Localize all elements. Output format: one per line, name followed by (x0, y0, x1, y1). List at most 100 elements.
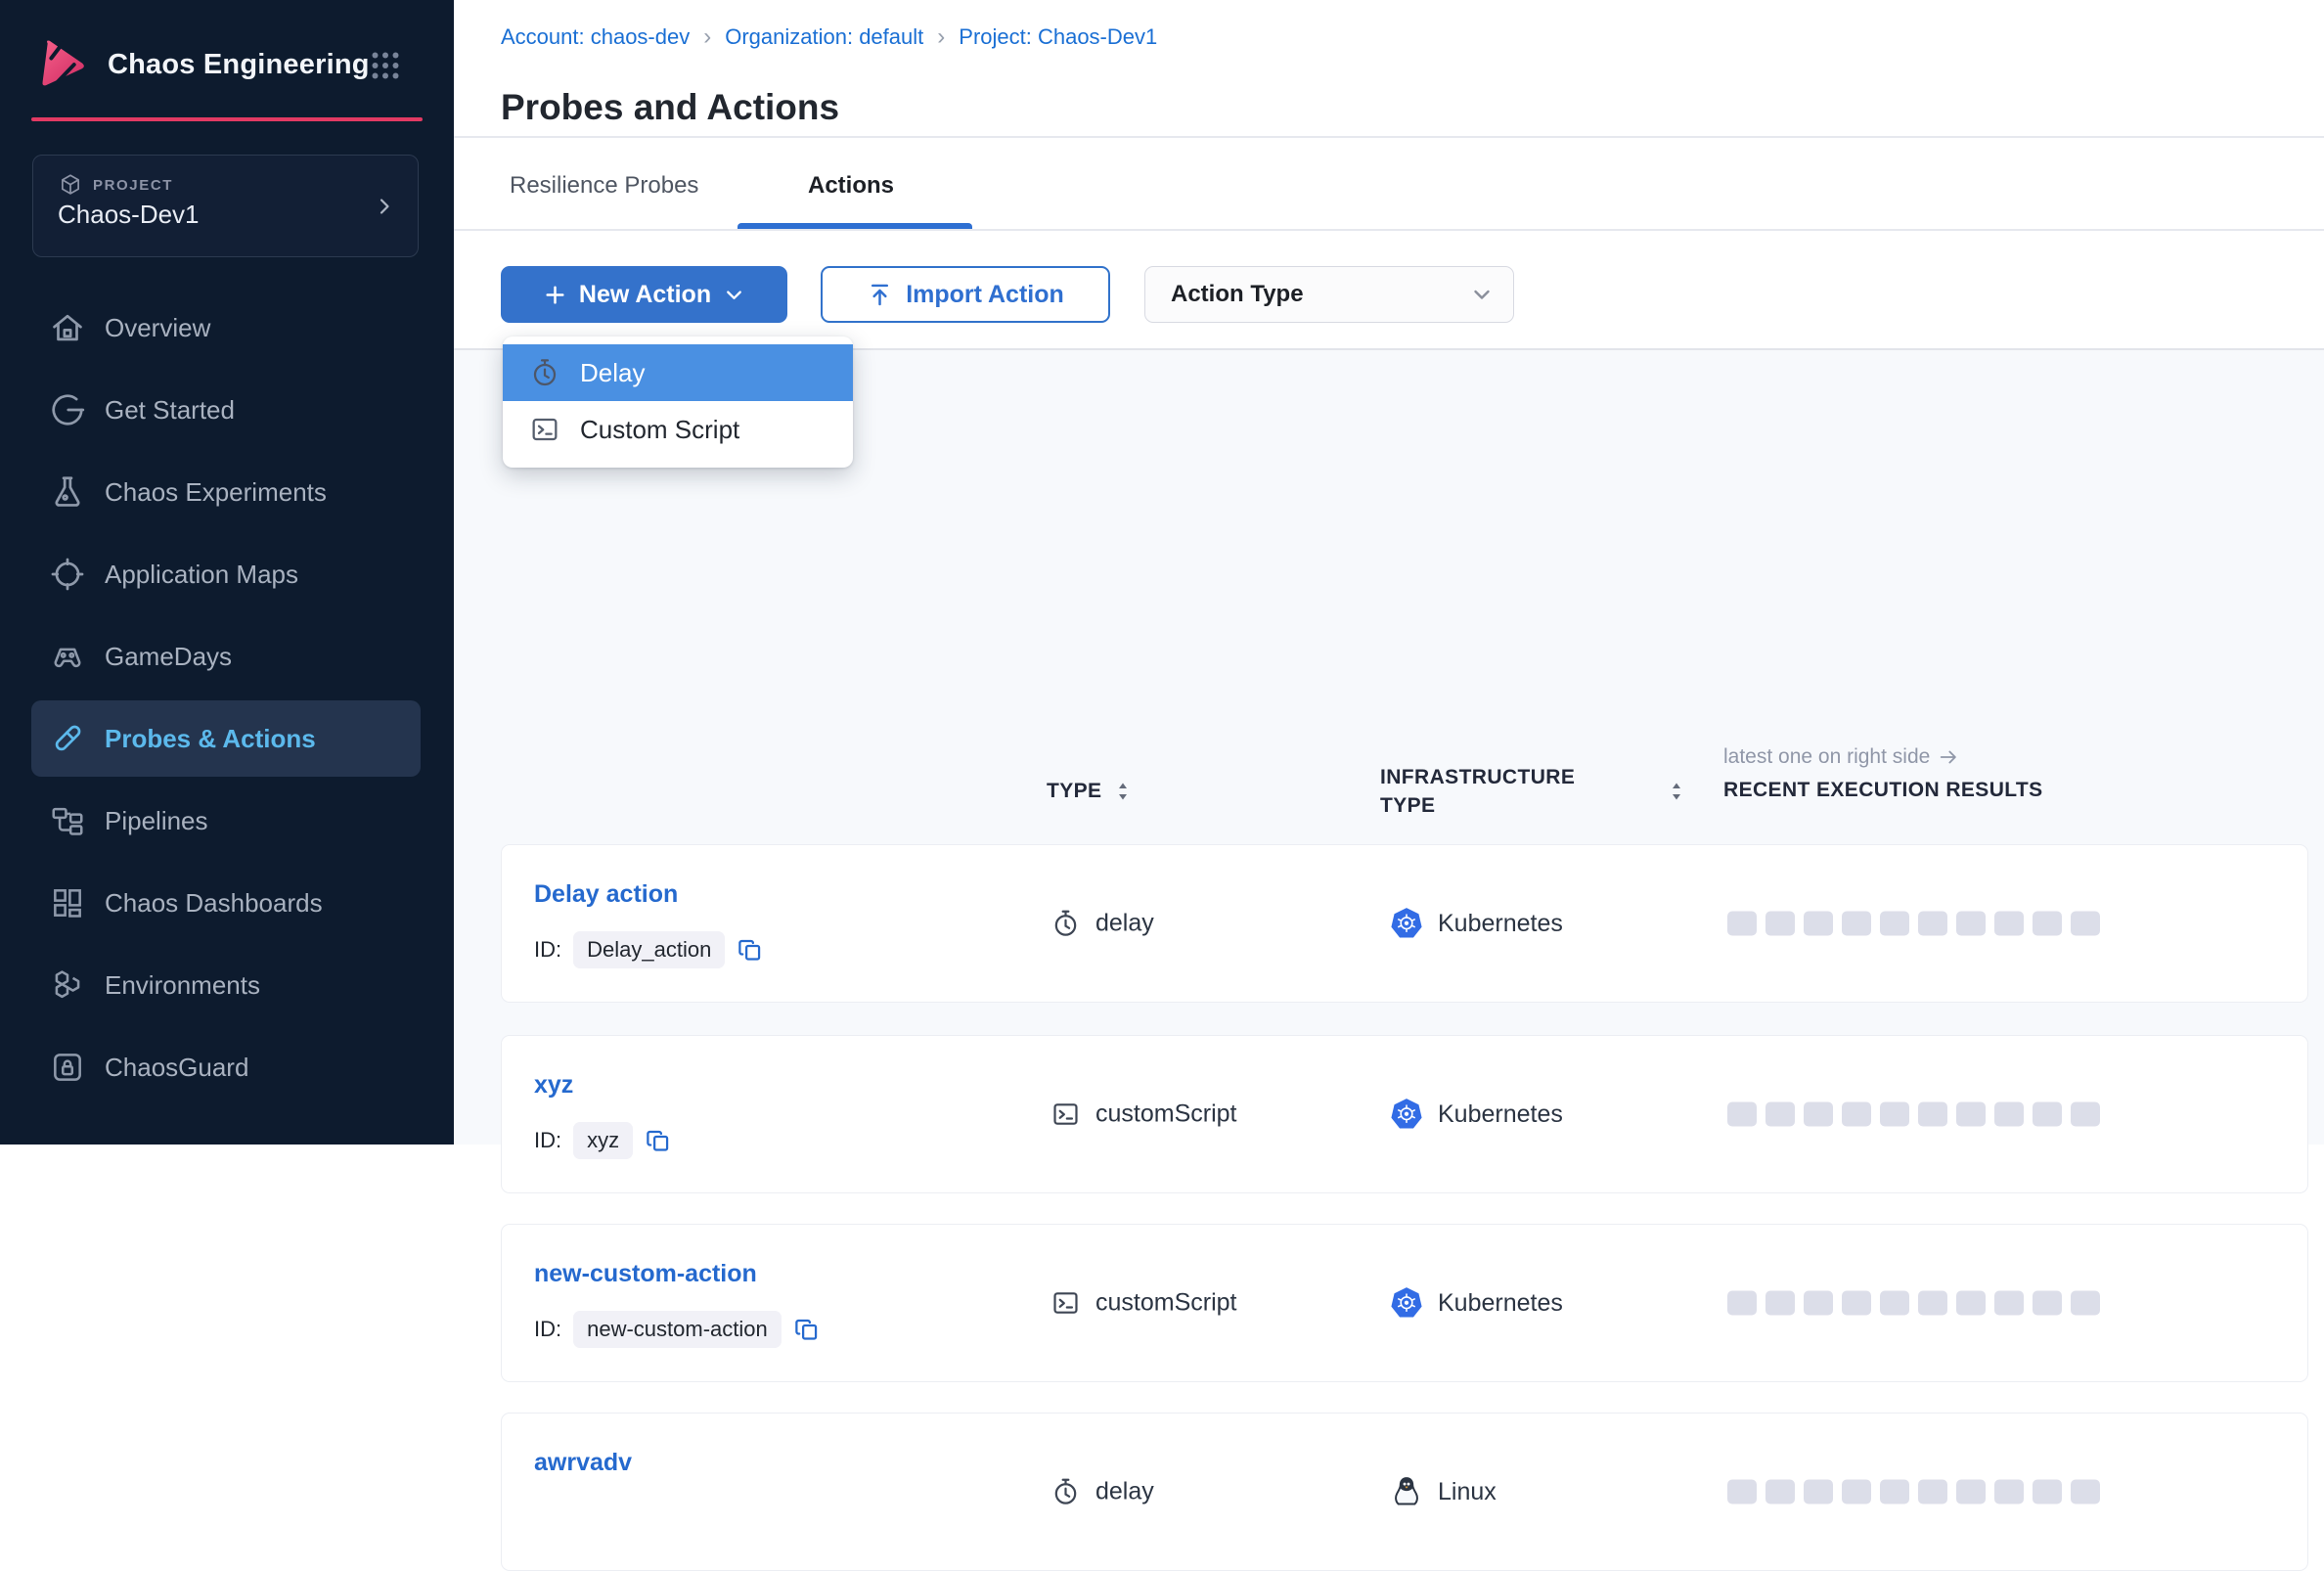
sidebar-item-application-maps[interactable]: Application Maps (31, 536, 421, 612)
sidebar-item-label: GameDays (105, 642, 232, 672)
action-type-value: Action Type (1171, 281, 1304, 308)
execution-result-placeholder (1842, 1102, 1871, 1127)
recent-execution-results (1727, 1480, 2100, 1504)
kubernetes-icon (1390, 1286, 1423, 1320)
sort-icon[interactable] (1113, 780, 1133, 803)
action-name-link[interactable]: Delay action (534, 880, 678, 909)
brand-title: Chaos Engineering (108, 49, 370, 81)
copy-icon[interactable] (737, 937, 763, 964)
import-action-label: Import Action (906, 281, 1064, 309)
breadcrumb-organization-link[interactable]: Organization: default (725, 24, 923, 50)
sidebar-item-get-started[interactable]: Get Started (31, 372, 421, 448)
sidebar-item-label: Overview (105, 313, 210, 343)
tabs-divider (454, 229, 2324, 231)
cube-icon (58, 172, 83, 198)
sidebar-item-chaos-dashboards[interactable]: Chaos Dashboards (31, 865, 421, 941)
action-id-value: new-custom-action (573, 1311, 782, 1348)
execution-result-placeholder (1956, 1480, 1986, 1504)
copy-icon[interactable] (793, 1317, 820, 1343)
sidebar-item-label: Chaos Dashboards (105, 888, 323, 919)
execution-result-placeholder (1994, 1102, 2024, 1127)
execution-result-placeholder (1918, 1291, 1947, 1316)
id-label: ID: (534, 1128, 561, 1153)
sidebar-item-label: Chaos Experiments (105, 477, 327, 508)
action-name-link[interactable]: xyz (534, 1071, 573, 1100)
kubernetes-icon (1390, 907, 1423, 940)
table-row: xyz ID: xyz customScript Kubernetes (501, 1035, 2308, 1193)
stopwatch-icon (1050, 1477, 1081, 1507)
type-cell: delay (1050, 909, 1154, 939)
execution-result-placeholder (1727, 1102, 1757, 1127)
column-header-recent-execution-results: RECENT EXECUTION RESULTS (1723, 779, 2043, 802)
execution-result-placeholder (1994, 1480, 2024, 1504)
sidebar-item-label: Application Maps (105, 560, 298, 590)
main-content: Account: chaos-dev › Organization: defau… (454, 0, 2324, 1145)
chevron-down-icon (723, 284, 745, 306)
chevron-down-icon (1470, 283, 1494, 306)
module-grid-icon[interactable] (368, 48, 403, 83)
chevron-right-icon (373, 195, 396, 218)
target-icon (49, 556, 86, 593)
column-header-type[interactable]: TYPE (1047, 764, 1133, 819)
table-row: awrvadv delay Linux (501, 1413, 2308, 1571)
test-tube-icon (49, 720, 86, 757)
arrow-right-icon (1938, 746, 1959, 768)
breadcrumb: Account: chaos-dev › Organization: defau… (501, 23, 1157, 51)
flask-icon (49, 473, 86, 511)
recent-execution-results (1727, 912, 2100, 936)
execution-result-placeholder (1880, 1102, 1909, 1127)
execution-result-placeholder (2033, 1102, 2062, 1127)
column-header-infrastructure-type[interactable]: INFRASTRUCTURETYPE (1380, 750, 1686, 832)
execution-result-placeholder (2033, 1291, 2062, 1316)
sidebar-item-chaosguard[interactable]: ChaosGuard (31, 1029, 421, 1105)
project-name: Chaos-Dev1 (58, 200, 200, 230)
terminal-icon (529, 414, 560, 445)
tab-actions[interactable]: Actions (808, 172, 894, 200)
results-order-note: latest one on right side (1723, 745, 1959, 769)
import-action-button[interactable]: Import Action (821, 266, 1110, 323)
action-name-link[interactable]: new-custom-action (534, 1260, 757, 1288)
sidebar-item-gamedays[interactable]: GameDays (31, 618, 421, 695)
execution-result-placeholder (1804, 912, 1833, 936)
execution-result-placeholder (1727, 1291, 1757, 1316)
brand-accent-divider (31, 117, 423, 121)
execution-result-placeholder (1880, 1291, 1909, 1316)
type-cell: delay (1050, 1477, 1154, 1507)
id-label: ID: (534, 1317, 561, 1342)
infrastructure-cell: Kubernetes (1390, 1098, 1563, 1131)
execution-result-placeholder (1804, 1291, 1833, 1316)
infrastructure-cell: Linux (1390, 1475, 1497, 1508)
menu-item-delay[interactable]: Delay (503, 344, 853, 401)
execution-result-placeholder (1994, 912, 2024, 936)
sidebar-item-label: Pipelines (105, 806, 208, 836)
plus-icon (543, 283, 567, 307)
execution-result-placeholder (1918, 1480, 1947, 1504)
action-name-link[interactable]: awrvadv (534, 1449, 632, 1477)
copy-icon[interactable] (645, 1128, 671, 1154)
execution-result-placeholder (1842, 912, 1871, 936)
project-selector[interactable]: PROJECT Chaos-Dev1 (32, 155, 419, 257)
sort-icon[interactable] (1667, 780, 1686, 803)
sidebar-item-environments[interactable]: Environments (31, 947, 421, 1023)
tab-resilience-probes[interactable]: Resilience Probes (510, 172, 698, 200)
table-row: Delay action ID: Delay_action delay Kube… (501, 844, 2308, 1003)
sidebar-item-overview[interactable]: Overview (31, 290, 421, 366)
breadcrumb-project-link[interactable]: Project: Chaos-Dev1 (959, 24, 1157, 50)
new-action-button[interactable]: New Action (501, 266, 787, 323)
terminal-icon (1050, 1100, 1081, 1130)
sidebar-item-pipelines[interactable]: Pipelines (31, 783, 421, 859)
shield-lock-icon (49, 1049, 86, 1086)
kubernetes-icon (1390, 1098, 1423, 1131)
menu-item-custom-script[interactable]: Custom Script (503, 401, 853, 458)
execution-result-placeholder (2071, 1480, 2100, 1504)
infrastructure-cell: Kubernetes (1390, 907, 1563, 940)
sidebar-item-probes-actions[interactable]: Probes & Actions (31, 700, 421, 777)
upload-icon (867, 282, 893, 308)
action-id-value: xyz (573, 1122, 633, 1159)
sidebar-item-chaos-experiments[interactable]: Chaos Experiments (31, 454, 421, 530)
home-icon (49, 309, 86, 346)
action-type-select[interactable]: Action Type (1144, 266, 1514, 323)
get-started-icon (49, 391, 86, 428)
breadcrumb-account-link[interactable]: Account: chaos-dev (501, 24, 690, 50)
harness-chaos-logo-icon (35, 37, 90, 92)
